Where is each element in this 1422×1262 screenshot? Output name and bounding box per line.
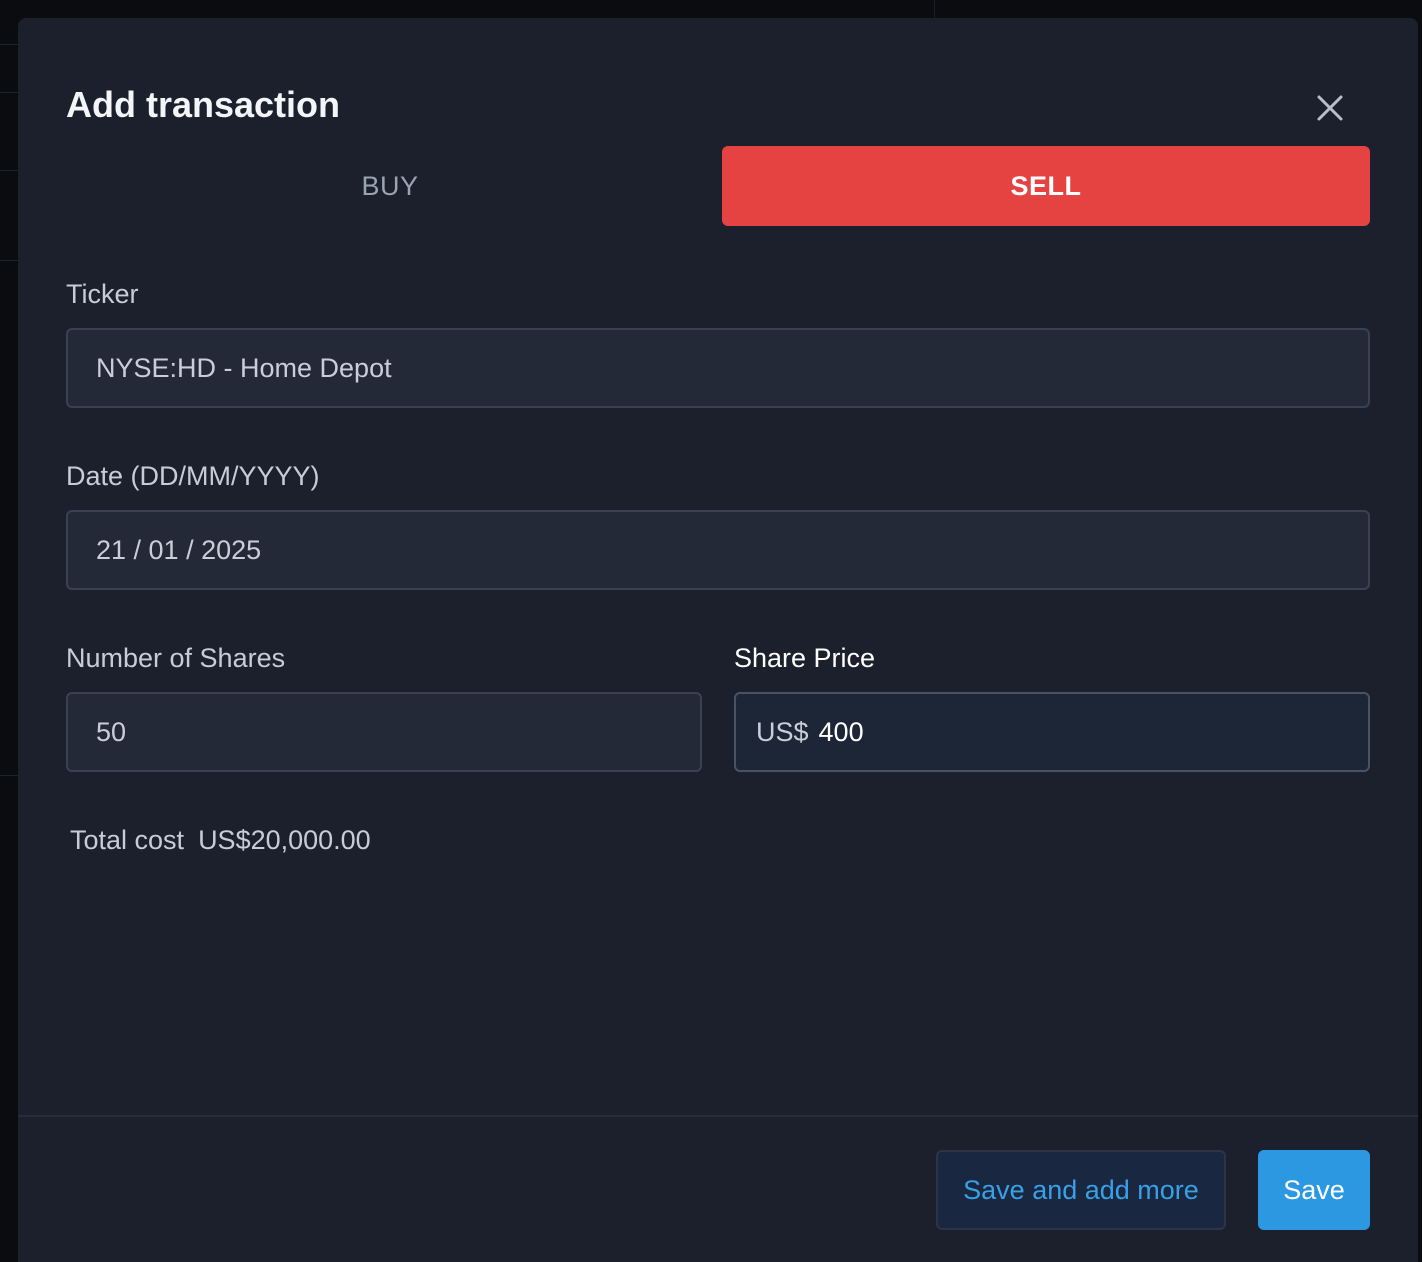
shares-input[interactable]: 50 bbox=[66, 692, 702, 772]
share-price-input[interactable]: US$ 400 bbox=[734, 692, 1370, 772]
share-price-label: Share Price bbox=[734, 643, 876, 673]
share-price-value: 400 bbox=[818, 716, 864, 747]
save-button[interactable]: Save bbox=[1258, 1150, 1370, 1230]
date-label: Date (DD/MM/YYYY) bbox=[66, 461, 320, 491]
total-cost-label: Total cost bbox=[70, 825, 185, 855]
buy-toggle[interactable]: BUY bbox=[66, 146, 714, 226]
dialog-title: Add transaction bbox=[66, 84, 341, 125]
footer-divider bbox=[18, 1115, 1418, 1117]
close-icon bbox=[1317, 95, 1343, 121]
close-button[interactable] bbox=[1310, 88, 1350, 128]
shares-value: 50 bbox=[96, 716, 127, 747]
background-divider bbox=[0, 170, 18, 171]
date-value: 21 / 01 / 2025 bbox=[96, 534, 262, 565]
background-divider bbox=[934, 0, 935, 18]
save-and-add-more-button[interactable]: Save and add more bbox=[936, 1150, 1226, 1230]
background-divider bbox=[0, 92, 18, 93]
total-cost: Total cost US$20,000.00 bbox=[70, 824, 371, 856]
background-divider bbox=[0, 44, 18, 45]
shares-label: Number of Shares bbox=[66, 643, 286, 673]
total-cost-value: US$20,000.00 bbox=[198, 825, 371, 855]
ticker-label: Ticker bbox=[66, 279, 139, 309]
currency-prefix: US$ bbox=[756, 716, 809, 747]
background-divider bbox=[0, 260, 18, 261]
ticker-value: NYSE:HD - Home Depot bbox=[96, 352, 392, 383]
background-divider bbox=[0, 775, 18, 776]
sell-toggle[interactable]: SELL bbox=[722, 146, 1370, 226]
add-transaction-dialog: Add transaction BUY SELL Ticker NYSE:HD … bbox=[18, 18, 1418, 1262]
date-input[interactable]: 21 / 01 / 2025 bbox=[66, 510, 1370, 590]
ticker-input[interactable]: NYSE:HD - Home Depot bbox=[66, 328, 1370, 408]
